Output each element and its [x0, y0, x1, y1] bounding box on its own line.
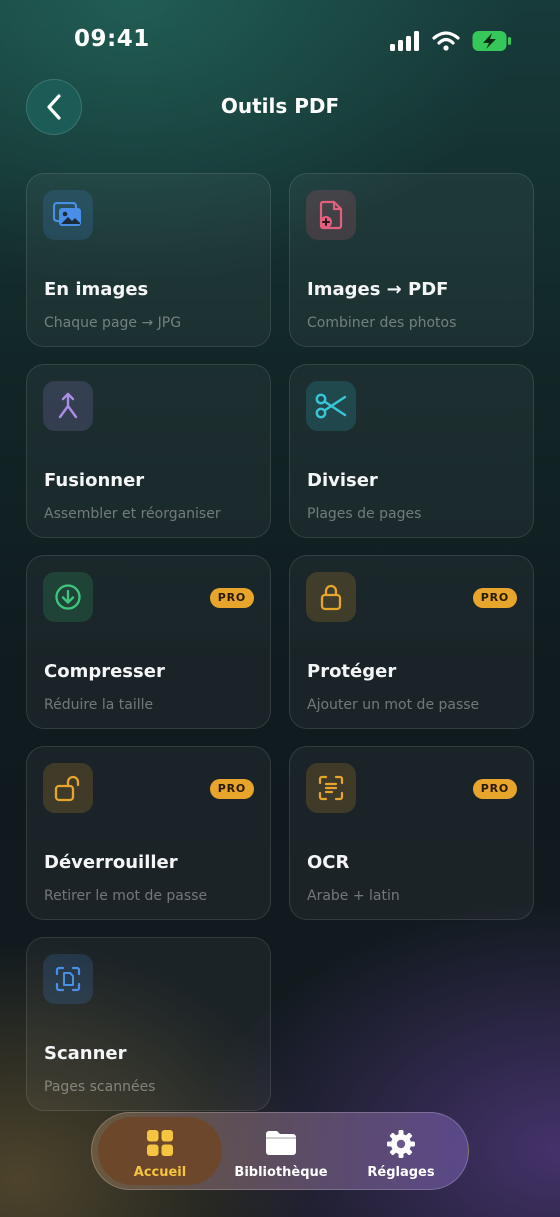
tool-title: Protéger [307, 661, 397, 682]
tab-label: Bibliothèque [234, 1165, 328, 1180]
pro-badge: PRO [472, 779, 517, 799]
tool-subtitle: Chaque page → JPG [44, 315, 182, 331]
tool-card-diviser[interactable]: Diviser Plages de pages [289, 364, 534, 538]
tool-card-ocr[interactable]: PRO OCR Arabe + latin [289, 746, 534, 920]
tab-bar: Accueil Bibliothèque Réglages [91, 1112, 469, 1190]
grid-icon [147, 1130, 173, 1156]
scissors-icon [306, 381, 356, 431]
tab-reglages[interactable]: Réglages [339, 1117, 463, 1185]
tool-subtitle: Ajouter un mot de passe [307, 697, 480, 713]
file-add-icon [306, 190, 356, 240]
status-icons [390, 30, 512, 52]
tool-card-deverrouiller[interactable]: PRO Déverrouiller Retirer le mot de pass… [26, 746, 271, 920]
tool-subtitle: Assembler et réorganiser [44, 506, 221, 522]
tool-title: Fusionner [44, 470, 145, 491]
header: Outils PDF [0, 78, 560, 136]
scan-document-icon [43, 954, 93, 1004]
tool-card-en-images[interactable]: En images Chaque page → JPG [26, 173, 271, 347]
tool-title: Compresser [44, 661, 165, 682]
lock-icon [306, 572, 356, 622]
page-title: Outils PDF [220, 94, 340, 118]
tool-card-images-to-pdf[interactable]: Images → PDF Combiner des photos [289, 173, 534, 347]
signal-icon [390, 31, 419, 51]
status-bar: 09:41 [0, 0, 560, 80]
tool-subtitle: Arabe + latin [307, 888, 400, 904]
tool-title: OCR [307, 852, 350, 873]
tool-subtitle: Combiner des photos [307, 315, 457, 331]
images-icon [43, 190, 93, 240]
tool-subtitle: Plages de pages [307, 506, 422, 522]
pro-badge: PRO [209, 779, 254, 799]
status-time: 09:41 [74, 26, 150, 52]
tool-card-compresser[interactable]: PRO Compresser Réduire la taille [26, 555, 271, 729]
download-circle-icon [43, 572, 93, 622]
wifi-icon [432, 31, 460, 51]
tool-title: Images → PDF [307, 279, 449, 300]
tool-card-proteger[interactable]: PRO Protéger Ajouter un mot de passe [289, 555, 534, 729]
unlock-icon [43, 763, 93, 813]
tool-card-scanner[interactable]: Scanner Pages scannées [26, 937, 271, 1111]
tab-bibliotheque[interactable]: Bibliothèque [219, 1117, 343, 1185]
pro-badge: PRO [209, 588, 254, 608]
tool-title: Scanner [44, 1043, 127, 1064]
tool-subtitle: Retirer le mot de passe [44, 888, 208, 904]
tab-label: Accueil [133, 1165, 187, 1180]
tool-title: Déverrouiller [44, 852, 178, 873]
tool-title: En images [44, 279, 149, 300]
scan-text-icon [306, 763, 356, 813]
tool-title: Diviser [307, 470, 378, 491]
tab-label: Réglages [367, 1165, 435, 1180]
pro-badge: PRO [472, 588, 517, 608]
gear-icon [387, 1130, 415, 1158]
folder-icon [266, 1131, 296, 1155]
tab-accueil[interactable]: Accueil [98, 1117, 222, 1185]
tool-subtitle: Pages scannées [44, 1079, 156, 1095]
merge-icon [43, 381, 93, 431]
battery-charging-icon [472, 31, 511, 51]
tool-card-fusionner[interactable]: Fusionner Assembler et réorganiser [26, 364, 271, 538]
tool-subtitle: Réduire la taille [44, 697, 154, 713]
